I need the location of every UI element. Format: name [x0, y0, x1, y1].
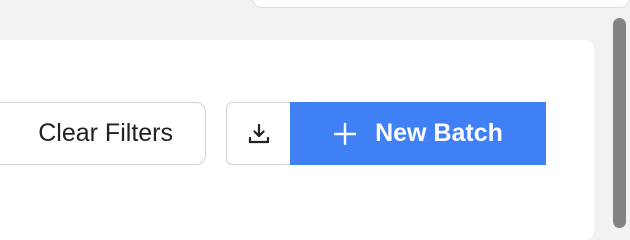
top-search-container	[252, 0, 630, 8]
download-button[interactable]	[226, 102, 290, 165]
clear-filters-label: Clear Filters	[38, 119, 173, 147]
new-batch-label: New Batch	[375, 119, 503, 147]
scrollbar-thumb[interactable]	[613, 18, 626, 228]
plus-icon	[333, 122, 357, 146]
download-icon	[247, 122, 271, 146]
new-batch-button[interactable]: New Batch	[290, 102, 546, 165]
clear-filters-button[interactable]: Clear Filters	[0, 102, 206, 165]
